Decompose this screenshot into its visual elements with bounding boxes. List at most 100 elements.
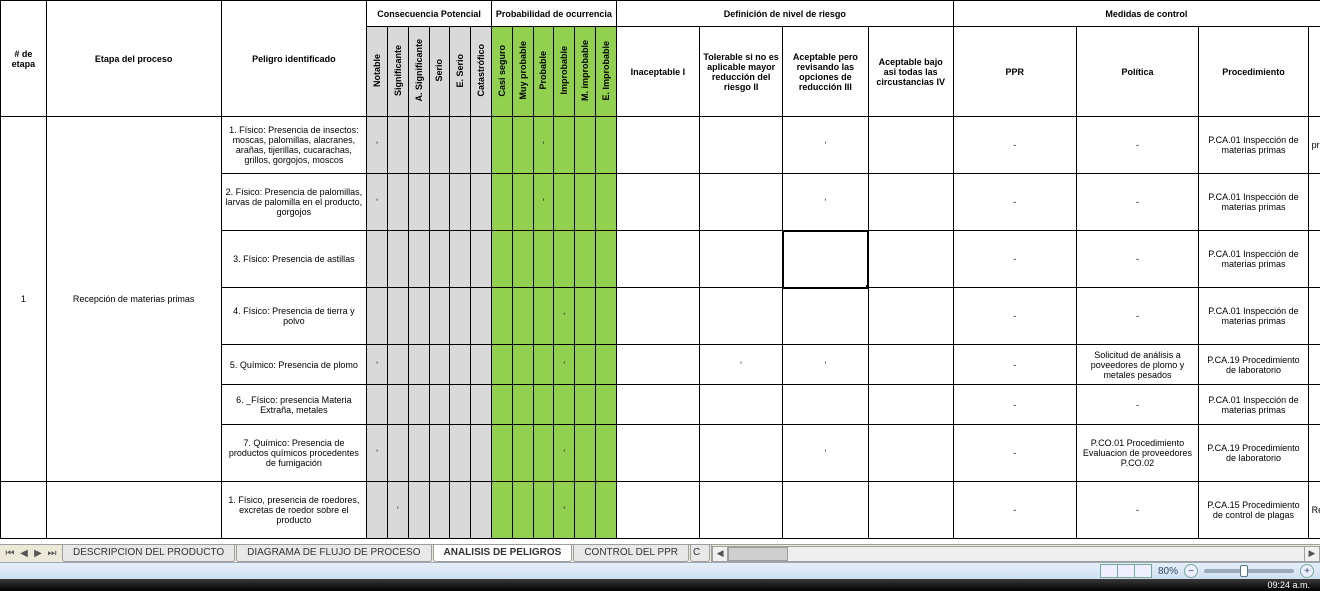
consequence-cell[interactable]	[471, 385, 492, 425]
consequence-cell[interactable]	[387, 288, 408, 345]
extra-cell[interactable]: pro	[1308, 117, 1320, 174]
proced-cell[interactable]: P.CA.15 Procedimiento de control de plag…	[1199, 482, 1308, 539]
probability-cell[interactable]	[575, 231, 596, 288]
extra-cell[interactable]: Re	[1308, 482, 1320, 539]
consequence-cell[interactable]	[471, 345, 492, 385]
risk-level-cell[interactable]	[783, 385, 868, 425]
consequence-cell[interactable]	[408, 288, 429, 345]
hazard-cell[interactable]: 6. _Físico: presencia Materia Extraña, m…	[221, 385, 367, 425]
consequence-cell[interactable]	[471, 231, 492, 288]
consequence-cell[interactable]	[450, 345, 471, 385]
probability-cell[interactable]	[491, 482, 512, 539]
proced-cell[interactable]: P.CA.01 Inspección de materias primas	[1199, 231, 1308, 288]
probability-cell[interactable]	[491, 174, 512, 231]
probability-cell[interactable]	[575, 345, 596, 385]
probability-cell[interactable]	[512, 288, 533, 345]
risk-level-cell[interactable]	[616, 174, 699, 231]
risk-level-cell[interactable]	[783, 288, 868, 345]
risk-level-cell[interactable]	[700, 231, 783, 288]
proced-cell[interactable]: P.CA.19 Procedimiento de laboratorio	[1199, 425, 1308, 482]
consequence-cell[interactable]	[387, 231, 408, 288]
probability-cell[interactable]	[512, 117, 533, 174]
probability-cell[interactable]: ‘	[554, 482, 575, 539]
proced-cell[interactable]: P.CA.01 Inspección de materias primas	[1199, 174, 1308, 231]
consequence-cell[interactable]	[408, 385, 429, 425]
normal-view-icon[interactable]	[1100, 564, 1118, 578]
consequence-cell[interactable]: ‘	[367, 117, 388, 174]
ppr-cell[interactable]: -	[953, 231, 1076, 288]
consequence-cell[interactable]	[408, 425, 429, 482]
politica-cell[interactable]: P.CO.01 Procedimiento Evaluacion de prov…	[1076, 425, 1199, 482]
extra-cell[interactable]	[1308, 385, 1320, 425]
probability-cell[interactable]	[575, 425, 596, 482]
risk-level-cell[interactable]	[783, 231, 868, 288]
probability-cell[interactable]	[575, 288, 596, 345]
risk-level-cell[interactable]	[868, 288, 953, 345]
risk-level-cell[interactable]	[868, 345, 953, 385]
probability-cell[interactable]	[512, 174, 533, 231]
politica-cell[interactable]: -	[1076, 385, 1199, 425]
risk-level-cell[interactable]	[700, 288, 783, 345]
ppr-cell[interactable]: -	[953, 288, 1076, 345]
consequence-cell[interactable]	[408, 345, 429, 385]
consequence-cell[interactable]	[471, 425, 492, 482]
consequence-cell[interactable]	[450, 231, 471, 288]
risk-level-cell[interactable]	[868, 425, 953, 482]
extra-cell[interactable]	[1308, 425, 1320, 482]
consequence-cell[interactable]	[429, 425, 450, 482]
ppr-cell[interactable]: -	[953, 174, 1076, 231]
consequence-cell[interactable]	[387, 425, 408, 482]
risk-level-cell[interactable]	[616, 345, 699, 385]
probability-cell[interactable]	[512, 231, 533, 288]
sheet-tab[interactable]: DIAGRAMA DE FLUJO DE PROCESO	[236, 545, 431, 562]
ppr-cell[interactable]: -	[953, 482, 1076, 539]
consequence-cell[interactable]	[429, 385, 450, 425]
probability-cell[interactable]	[595, 385, 616, 425]
consequence-cell[interactable]	[450, 385, 471, 425]
consequence-cell[interactable]: ‘	[367, 345, 388, 385]
probability-cell[interactable]	[533, 425, 554, 482]
probability-cell[interactable]	[595, 482, 616, 539]
zoom-slider[interactable]	[1204, 569, 1294, 573]
probability-cell[interactable]	[595, 174, 616, 231]
probability-cell[interactable]	[575, 482, 596, 539]
probability-cell[interactable]: ‘	[554, 288, 575, 345]
extra-cell[interactable]	[1308, 288, 1320, 345]
consequence-cell[interactable]: ‘	[367, 174, 388, 231]
probability-cell[interactable]	[533, 385, 554, 425]
extra-cell[interactable]	[1308, 345, 1320, 385]
ppr-cell[interactable]: -	[953, 385, 1076, 425]
consequence-cell[interactable]	[450, 174, 471, 231]
risk-level-cell[interactable]	[700, 385, 783, 425]
extra-cell[interactable]	[1308, 231, 1320, 288]
consequence-cell[interactable]	[429, 174, 450, 231]
consequence-cell[interactable]: ‘	[387, 482, 408, 539]
risk-level-cell[interactable]: ‘	[783, 117, 868, 174]
probability-cell[interactable]	[512, 385, 533, 425]
scroll-thumb[interactable]	[728, 547, 788, 561]
probability-cell[interactable]	[595, 425, 616, 482]
risk-level-cell[interactable]	[868, 231, 953, 288]
probability-cell[interactable]	[595, 345, 616, 385]
view-mode-buttons[interactable]	[1101, 564, 1152, 578]
consequence-cell[interactable]	[387, 345, 408, 385]
proced-cell[interactable]: P.CA.01 Inspección de materias primas	[1199, 385, 1308, 425]
consequence-cell[interactable]	[367, 231, 388, 288]
probability-cell[interactable]	[512, 482, 533, 539]
risk-level-cell[interactable]	[700, 174, 783, 231]
consequence-cell[interactable]	[450, 482, 471, 539]
horizontal-scrollbar[interactable]: ◀ ▶	[711, 545, 1320, 562]
probability-cell[interactable]: ‘	[533, 174, 554, 231]
politica-cell[interactable]: -	[1076, 288, 1199, 345]
risk-level-cell[interactable]: ‘	[700, 345, 783, 385]
consequence-cell[interactable]	[429, 288, 450, 345]
zoom-knob[interactable]	[1240, 565, 1248, 577]
tab-first-icon[interactable]: ⏮	[4, 548, 16, 560]
probability-cell[interactable]	[575, 174, 596, 231]
consequence-cell[interactable]	[429, 117, 450, 174]
consequence-cell[interactable]	[450, 425, 471, 482]
probability-cell[interactable]	[533, 231, 554, 288]
politica-cell[interactable]: -	[1076, 482, 1199, 539]
consequence-cell[interactable]	[429, 482, 450, 539]
consequence-cell[interactable]	[471, 117, 492, 174]
